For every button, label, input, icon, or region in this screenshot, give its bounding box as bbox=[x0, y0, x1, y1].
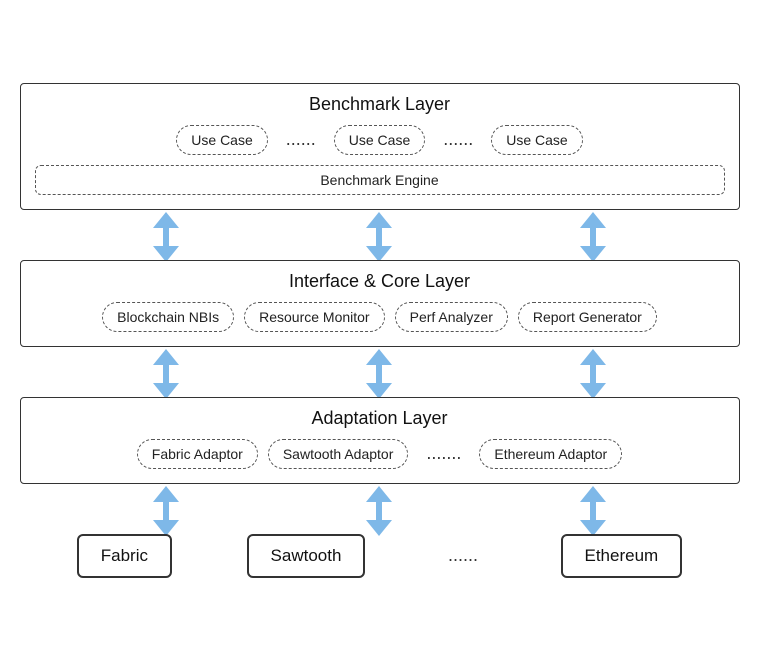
arrow-6 bbox=[580, 349, 606, 395]
adaptation-ellipsis: ....... bbox=[418, 443, 469, 464]
interface-layer-title: Interface & Core Layer bbox=[35, 271, 725, 292]
sawtooth-node: Sawtooth bbox=[247, 534, 366, 578]
use-case-1: Use Case bbox=[176, 125, 267, 155]
benchmark-layer: Benchmark Layer Use Case ...... Use Case… bbox=[20, 83, 740, 210]
interface-layer: Interface & Core Layer Blockchain NBIs R… bbox=[20, 260, 740, 347]
benchmark-ellipsis: ...... bbox=[278, 129, 324, 150]
arrow-shaft-9 bbox=[590, 502, 596, 520]
arrow-head-up-1 bbox=[153, 212, 179, 228]
arrow-head-up-2 bbox=[366, 212, 392, 228]
arrow-head-up-8 bbox=[366, 486, 392, 502]
arrow-shaft-6 bbox=[590, 365, 596, 383]
arrows-row-2 bbox=[20, 347, 740, 397]
benchmark-use-cases: Use Case ...... Use Case ...... Use Case bbox=[35, 125, 725, 155]
interface-items: Blockchain NBIs Resource Monitor Perf An… bbox=[35, 302, 725, 332]
fabric-adaptor: Fabric Adaptor bbox=[137, 439, 258, 469]
arrow-shaft-7 bbox=[163, 502, 169, 520]
blockchain-nodes: Fabric Sawtooth ...... Ethereum bbox=[20, 534, 740, 578]
arrow-head-up-9 bbox=[580, 486, 606, 502]
arrow-head-up-7 bbox=[153, 486, 179, 502]
adaptation-layer-title: Adaptation Layer bbox=[35, 408, 725, 429]
ethereum-node: Ethereum bbox=[561, 534, 683, 578]
arrow-shaft-5 bbox=[376, 365, 382, 383]
benchmark-layer-title: Benchmark Layer bbox=[35, 94, 725, 115]
benchmark-engine: Benchmark Engine bbox=[35, 165, 725, 195]
architecture-diagram: Benchmark Layer Use Case ...... Use Case… bbox=[20, 83, 740, 578]
report-generator: Report Generator bbox=[518, 302, 657, 332]
arrow-5 bbox=[366, 349, 392, 395]
arrow-shaft-2 bbox=[376, 228, 382, 246]
arrow-head-up-3 bbox=[580, 212, 606, 228]
arrow-shaft-1 bbox=[163, 228, 169, 246]
sawtooth-adaptor: Sawtooth Adaptor bbox=[268, 439, 409, 469]
arrow-shaft-3 bbox=[590, 228, 596, 246]
arrow-head-up-5 bbox=[366, 349, 392, 365]
arrow-4 bbox=[153, 349, 179, 395]
use-case-2: Use Case bbox=[334, 125, 425, 155]
benchmark-ellipsis-2: ...... bbox=[435, 129, 481, 150]
arrow-3 bbox=[580, 212, 606, 258]
arrows-row-1 bbox=[20, 210, 740, 260]
resource-monitor: Resource Monitor bbox=[244, 302, 385, 332]
adaptation-items: Fabric Adaptor Sawtooth Adaptor ....... … bbox=[35, 439, 725, 469]
ethereum-adaptor: Ethereum Adaptor bbox=[479, 439, 622, 469]
arrow-8 bbox=[366, 486, 392, 532]
use-case-3: Use Case bbox=[491, 125, 582, 155]
arrow-1 bbox=[153, 212, 179, 258]
arrow-shaft-4 bbox=[163, 365, 169, 383]
arrow-head-up-6 bbox=[580, 349, 606, 365]
arrows-row-3 bbox=[20, 484, 740, 534]
adaptation-layer: Adaptation Layer Fabric Adaptor Sawtooth… bbox=[20, 397, 740, 484]
arrow-7 bbox=[153, 486, 179, 532]
perf-analyzer: Perf Analyzer bbox=[395, 302, 508, 332]
arrow-9 bbox=[580, 486, 606, 532]
arrow-shaft-8 bbox=[376, 502, 382, 520]
blockchain-ellipsis: ...... bbox=[440, 545, 486, 566]
fabric-node: Fabric bbox=[77, 534, 172, 578]
arrow-2 bbox=[366, 212, 392, 258]
blockchain-nbis: Blockchain NBIs bbox=[102, 302, 234, 332]
arrow-head-up-4 bbox=[153, 349, 179, 365]
